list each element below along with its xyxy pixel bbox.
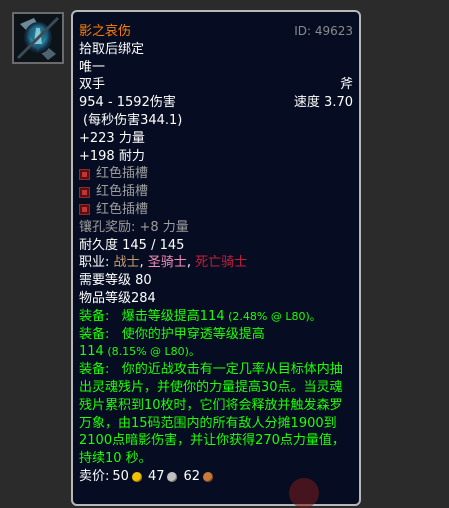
item-slot: 双手: [79, 77, 106, 93]
classes-label: 职业:: [79, 255, 114, 271]
red-socket-icon: [79, 204, 90, 216]
gold-coin-icon: [131, 471, 142, 482]
tooltip-header: 影之哀伤 ID: 49623: [79, 23, 353, 41]
damage-speed-row: 954 - 1592伤害 速度 3.70: [79, 94, 353, 112]
equip-crit: 装备: 爆击等级提高114 (2.48% @ L80)。: [79, 308, 353, 326]
stat-stamina: +198 耐力: [79, 148, 145, 164]
stat-strength: +223 力量: [79, 130, 145, 146]
red-socket-icon: [79, 186, 90, 198]
item-name: 影之哀伤: [79, 24, 132, 39]
class-paladin[interactable]: 圣骑士: [148, 255, 187, 270]
class-separator: ,: [186, 255, 196, 271]
equip-armor-pen-value: 114: [79, 344, 104, 360]
classes-row: 职业: 战士, 圣骑士, 死亡骑士: [79, 254, 353, 272]
class-death-knight[interactable]: 死亡骑士: [195, 255, 247, 270]
durability: 耐久度 145 / 145: [79, 237, 185, 253]
sell-label: 卖价:: [79, 468, 110, 484]
slot-type-row: 双手 斧: [79, 76, 353, 94]
item-tooltip: 影之哀伤 ID: 49623 拾取后绑定 唯一 双手 斧 954 - 1592伤…: [71, 10, 361, 506]
sell-gold: 50: [112, 468, 129, 484]
socket-2: 红色插槽: [79, 183, 353, 201]
item-dps: (每秒伤害344.1): [83, 112, 183, 128]
item-damage: 954 - 1592伤害: [79, 95, 176, 111]
sell-copper: 62: [183, 468, 201, 484]
class-warrior[interactable]: 战士: [114, 255, 140, 270]
socket-3: 红色插槽: [79, 201, 353, 219]
item-icon[interactable]: [12, 12, 64, 64]
equip-prefix: 装备:: [79, 326, 114, 342]
copper-coin-icon: [203, 471, 214, 482]
item-level: 物品等级284: [79, 290, 156, 306]
socket-1: 红色插槽: [79, 165, 353, 183]
equip-prefix: 装备:: [79, 362, 114, 378]
equip-crit-text: 爆击等级提高114: [121, 308, 225, 324]
bind-type: 拾取后绑定: [79, 41, 145, 57]
socket-bonus: 镶孔奖励: +8 力量: [79, 219, 189, 235]
socket-label: 红色插槽: [96, 166, 149, 182]
item-speed: 速度 3.70: [293, 95, 353, 111]
required-level: 需要等级 80: [79, 273, 152, 289]
silver-coin-icon: [167, 471, 178, 482]
equip-crit-pct: (2.48% @ L80)。: [224, 309, 321, 323]
equip-prefix: 装备:: [79, 308, 114, 324]
shadowmourne-axe-icon: [14, 14, 62, 62]
red-socket-icon: [79, 168, 90, 180]
equip-proc: 装备: 你的近战攻击有一定几率从目标体内抽出灵魂残片，并使你的力量提高30点。当…: [79, 361, 353, 468]
socket-label: 红色插槽: [96, 201, 149, 217]
watermark-logo: [289, 478, 319, 508]
item-type: 斧: [339, 77, 353, 93]
equip-armor-pen-pct: (8.15% @ L80)。: [103, 345, 200, 359]
sell-silver: 47: [147, 468, 165, 484]
class-separator: ,: [139, 255, 148, 271]
item-id: ID: 49623: [294, 24, 353, 38]
unique-label: 唯一: [79, 59, 106, 75]
equip-proc-text: 你的近战攻击有一定几率从目标体内抽出灵魂残片，并使你的力量提高30点。当灵魂残片…: [79, 362, 345, 467]
socket-label: 红色插槽: [96, 184, 149, 200]
equip-armor-pen-text: 使你的护甲穿透等级提高: [121, 326, 265, 342]
equip-armor-pen: 装备: 使你的护甲穿透等级提高 114 (8.15% @ L80)。: [79, 326, 353, 362]
